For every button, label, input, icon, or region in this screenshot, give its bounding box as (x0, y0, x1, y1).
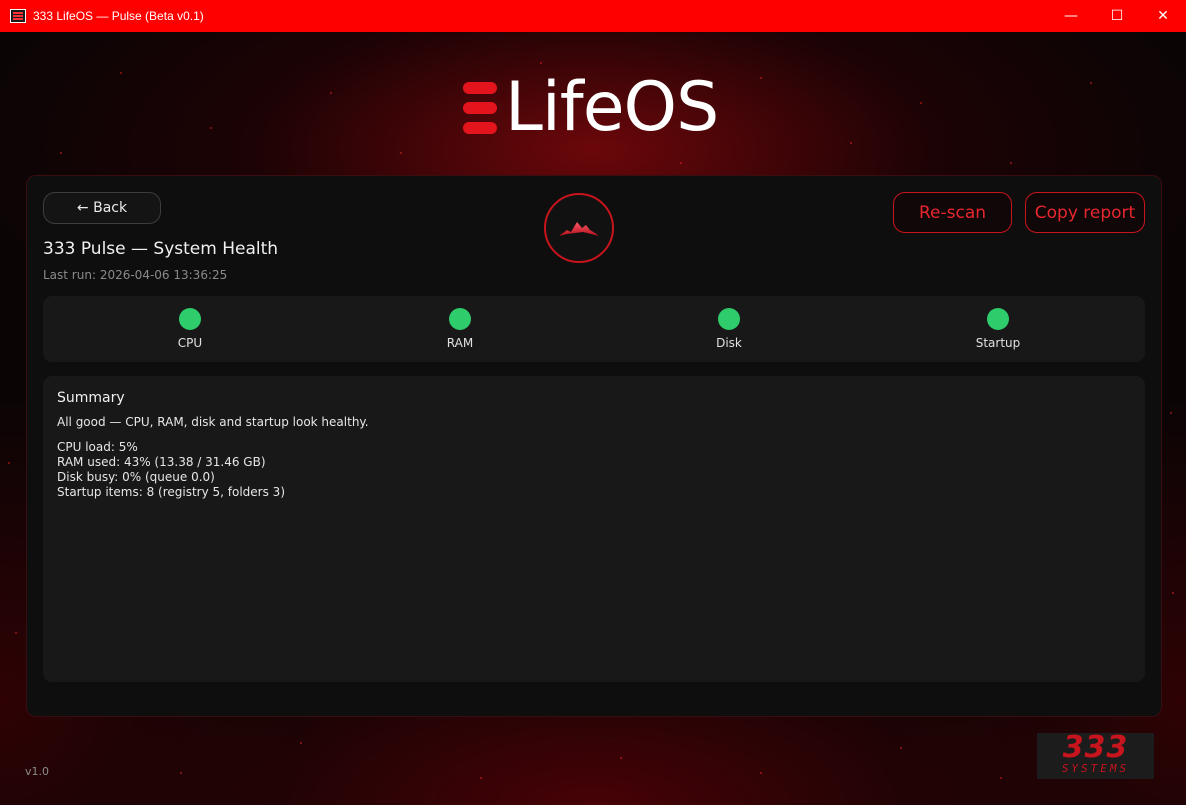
app-icon (10, 9, 26, 23)
close-button[interactable]: ✕ (1140, 0, 1186, 32)
minimize-button[interactable]: — (1048, 0, 1094, 32)
cpu-status-dot (179, 308, 201, 330)
ram-status-dot (449, 308, 471, 330)
status-cpu: CPU (140, 296, 240, 362)
summary-panel: Summary All good — CPU, RAM, disk and st… (43, 376, 1145, 682)
title-bar[interactable]: 333 LifeOS — Pulse (Beta v0.1) — ☐ ✕ (0, 0, 1186, 32)
summary-description: All good — CPU, RAM, disk and startup lo… (57, 415, 369, 429)
status-ram: RAM (410, 296, 510, 362)
status-label: Startup (975, 336, 1021, 350)
copy-report-button[interactable]: Copy report (1025, 192, 1145, 233)
window-title: 333 LifeOS — Pulse (Beta v0.1) (33, 9, 204, 23)
back-button[interactable]: ← Back (43, 192, 161, 224)
summary-line-ram: RAM used: 43% (13.38 / 31.46 GB) (57, 455, 266, 469)
rescan-button[interactable]: Re-scan (893, 192, 1012, 233)
version-label: v1.0 (25, 765, 50, 778)
status-label: Disk (716, 336, 742, 350)
status-disk: Disk (679, 296, 779, 362)
summary-title: Summary (57, 390, 125, 406)
window-controls: — ☐ ✕ (1048, 0, 1186, 32)
333-systems-logo: 333 SYSTEMS (1037, 733, 1154, 779)
startup-status-dot (987, 308, 1009, 330)
brand-number: 333 (1062, 730, 1129, 765)
summary-line-cpu: CPU load: 5% (57, 440, 138, 454)
status-label: RAM (446, 336, 474, 350)
lifeos-logo: LifeOS (463, 68, 719, 147)
brand-subtitle: SYSTEMS (1061, 762, 1130, 775)
page-title: 333 Pulse — System Health (43, 239, 279, 259)
pulse-wave-icon (544, 193, 614, 263)
disk-status-dot (718, 308, 740, 330)
logo-text: LifeOS (505, 68, 719, 147)
status-panel: CPU RAM Disk Startup (43, 296, 1145, 362)
maximize-button[interactable]: ☐ (1094, 0, 1140, 32)
summary-line-disk: Disk busy: 0% (queue 0.0) (57, 470, 215, 484)
summary-line-startup: Startup items: 8 (registry 5, folders 3) (57, 485, 285, 499)
pulse-card: ← Back 333 Pulse — System Health Last ru… (26, 175, 1162, 717)
status-startup: Startup (948, 296, 1048, 362)
status-label: CPU (177, 336, 203, 350)
last-run-timestamp: Last run: 2026-04-06 13:36:25 (43, 268, 228, 282)
logo-mark-icon (463, 82, 497, 134)
summary-details: CPU load: 5% RAM used: 43% (13.38 / 31.4… (57, 440, 285, 500)
